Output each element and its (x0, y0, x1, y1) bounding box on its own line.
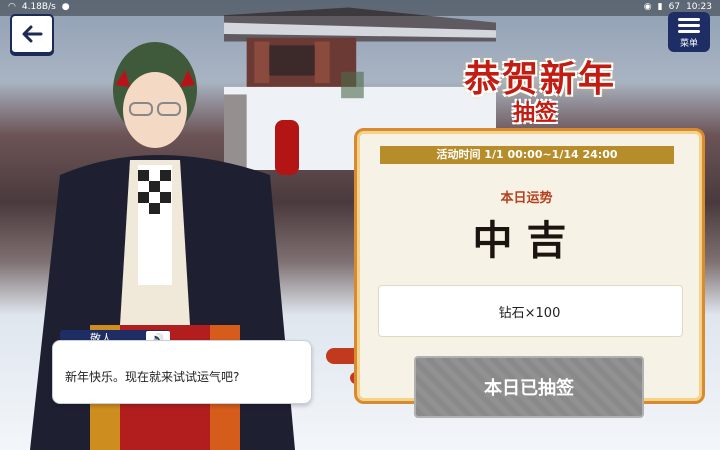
network-speed: 4.18B/s (21, 2, 56, 12)
fortune-result: 中吉 (472, 217, 581, 264)
hamburger-icon (678, 18, 700, 33)
draw-button[interactable]: 本日已抽签 (414, 356, 644, 418)
signal-icon: ▮ (657, 2, 663, 12)
dialog-text: 新年快乐。现在就来试试运气吧? (65, 370, 240, 384)
battery-level: 67 (668, 2, 681, 12)
event-subtitle: 抽签 (512, 100, 557, 126)
wifi-icon: ◠ (8, 2, 16, 12)
menu-label: 菜单 (679, 39, 698, 49)
menu-button[interactable]: 菜单 (668, 12, 710, 52)
fortune-label: 本日运势 (500, 191, 553, 206)
eye-icon: ◉ (643, 2, 652, 12)
event-period: 活动时间 1/1 00:00~1/14 24:00 (380, 146, 674, 164)
status-bar: ◠ 4.18B/s ● ◉ ▮ 67 10:23 (0, 0, 720, 16)
message-icon: ● (61, 2, 70, 12)
reward-text: 钻石×100 (498, 306, 561, 321)
draw-button-label: 本日已抽签 (484, 378, 574, 399)
clock: 10:23 (686, 2, 712, 12)
